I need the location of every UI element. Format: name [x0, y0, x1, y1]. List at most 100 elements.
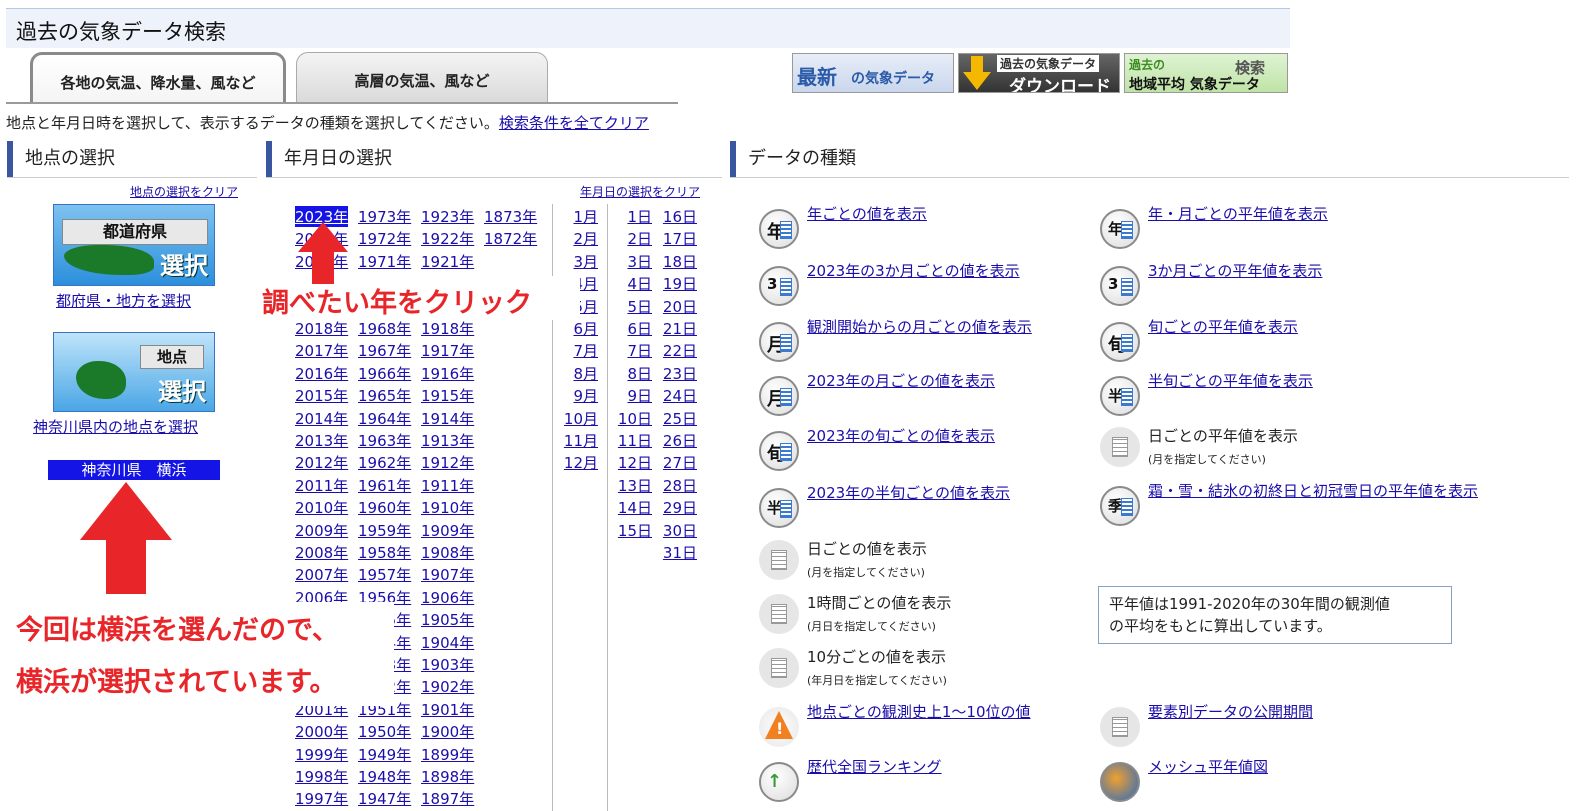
- year-link[interactable]: 1906年: [421, 587, 474, 608]
- day-link[interactable]: 21日: [663, 318, 697, 339]
- year-link[interactable]: 1964年: [358, 408, 411, 429]
- day-link[interactable]: 17日: [663, 228, 697, 249]
- day-link[interactable]: 11日: [618, 430, 652, 451]
- latest-data-banner[interactable]: 最新 の気象データ: [792, 53, 954, 93]
- year-link[interactable]: 1903年: [421, 654, 474, 675]
- year-link[interactable]: 2007年: [295, 564, 348, 585]
- day-link[interactable]: 3日: [627, 251, 652, 272]
- datatype-label[interactable]: 半旬ごとの平年値を表示: [1148, 370, 1313, 391]
- year-link[interactable]: 2014年: [295, 408, 348, 429]
- day-link[interactable]: 6日: [627, 318, 652, 339]
- year-link[interactable]: 1907年: [421, 564, 474, 585]
- month-link[interactable]: 10月: [564, 408, 598, 429]
- day-link[interactable]: 9日: [627, 385, 652, 406]
- year-link[interactable]: 2016年: [295, 363, 348, 384]
- day-link[interactable]: 28日: [663, 475, 697, 496]
- day-link[interactable]: 8日: [627, 363, 652, 384]
- day-link[interactable]: 1日: [627, 206, 652, 227]
- year-link[interactable]: 2010年: [295, 497, 348, 518]
- download-banner[interactable]: 過去の気象データ ダウンロード: [958, 53, 1120, 93]
- year-link[interactable]: 2015年: [295, 385, 348, 406]
- datatype-label[interactable]: 2023年の旬ごとの値を表示: [807, 425, 995, 446]
- day-link[interactable]: 29日: [663, 497, 697, 518]
- month-link[interactable]: 1月: [573, 206, 598, 227]
- year-link[interactable]: 1898年: [421, 766, 474, 787]
- point-select-button[interactable]: 地点 選択: [53, 332, 215, 412]
- year-link[interactable]: 1902年: [421, 676, 474, 697]
- year-link[interactable]: 1963年: [358, 430, 411, 451]
- year-link[interactable]: 1904年: [421, 632, 474, 653]
- year-link[interactable]: 1965年: [358, 385, 411, 406]
- year-link[interactable]: 1897年: [421, 788, 474, 809]
- datatype-label[interactable]: 2023年の月ごとの値を表示: [807, 370, 995, 391]
- year-link[interactable]: 1960年: [358, 497, 411, 518]
- prefecture-select-link[interactable]: 都府県・地方を選択: [56, 290, 191, 311]
- month-link[interactable]: 9月: [573, 385, 598, 406]
- day-link[interactable]: 18日: [663, 251, 697, 272]
- day-link[interactable]: 12日: [618, 452, 652, 473]
- year-link[interactable]: 1967年: [358, 340, 411, 361]
- year-link[interactable]: 1905年: [421, 609, 474, 630]
- year-link[interactable]: 1999年: [295, 744, 348, 765]
- year-link[interactable]: 1997年: [295, 788, 348, 809]
- year-link[interactable]: 1962年: [358, 452, 411, 473]
- year-link[interactable]: 1901年: [421, 699, 474, 720]
- year-link[interactable]: 1910年: [421, 497, 474, 518]
- year-link[interactable]: 2008年: [295, 542, 348, 563]
- month-link[interactable]: 3月: [573, 251, 598, 272]
- year-link[interactable]: 1911年: [421, 475, 474, 496]
- month-link[interactable]: 8月: [573, 363, 598, 384]
- year-link[interactable]: 2009年: [295, 520, 348, 541]
- year-link[interactable]: 2012年: [295, 452, 348, 473]
- year-link[interactable]: 1998年: [295, 766, 348, 787]
- year-link[interactable]: 1972年: [358, 228, 411, 249]
- year-link[interactable]: 2013年: [295, 430, 348, 451]
- tab-surface[interactable]: 各地の気温、降水量、風など: [30, 52, 286, 104]
- year-link[interactable]: 1872年: [484, 228, 537, 249]
- month-link[interactable]: 7月: [573, 340, 598, 361]
- year-link[interactable]: 1908年: [421, 542, 474, 563]
- day-link[interactable]: 25日: [663, 408, 697, 429]
- year-link[interactable]: 1923年: [421, 206, 474, 227]
- month-link[interactable]: 6月: [573, 318, 598, 339]
- year-link[interactable]: 1916年: [421, 363, 474, 384]
- year-link[interactable]: 1909年: [421, 520, 474, 541]
- datatype-label[interactable]: 2023年の3か月ごとの値を表示: [807, 260, 1020, 281]
- datatype-label[interactable]: 歴代全国ランキング: [807, 756, 942, 777]
- year-link[interactable]: 1950年: [358, 721, 411, 742]
- clear-all-link[interactable]: 検索条件を全てクリア: [499, 114, 649, 132]
- day-link[interactable]: 14日: [618, 497, 652, 518]
- day-link[interactable]: 10日: [618, 408, 652, 429]
- day-link[interactable]: 24日: [663, 385, 697, 406]
- year-link[interactable]: 2000年: [295, 721, 348, 742]
- day-link[interactable]: 15日: [618, 520, 652, 541]
- year-link[interactable]: 1971年: [358, 251, 411, 272]
- clear-date-link[interactable]: 年月日の選択をクリア: [580, 183, 700, 200]
- year-link[interactable]: 1922年: [421, 228, 474, 249]
- datatype-label[interactable]: 観測開始からの月ごとの値を表示: [807, 316, 1032, 337]
- regional-average-banner[interactable]: 過去の 地域平均 気象データ 検索: [1124, 53, 1288, 93]
- year-link[interactable]: 1957年: [358, 564, 411, 585]
- year-link[interactable]: 1914年: [421, 408, 474, 429]
- datatype-label[interactable]: 2023年の半旬ごとの値を表示: [807, 482, 1010, 503]
- day-link[interactable]: 27日: [663, 452, 697, 473]
- day-link[interactable]: 4日: [627, 273, 652, 294]
- datatype-label[interactable]: 年ごとの値を表示: [807, 203, 927, 224]
- year-link[interactable]: 1915年: [421, 385, 474, 406]
- day-link[interactable]: 26日: [663, 430, 697, 451]
- datatype-label[interactable]: 年・月ごとの平年値を表示: [1148, 203, 1328, 224]
- year-link[interactable]: 2018年: [295, 318, 348, 339]
- day-link[interactable]: 13日: [618, 475, 652, 496]
- year-link[interactable]: 1966年: [358, 363, 411, 384]
- year-link[interactable]: 1961年: [358, 475, 411, 496]
- year-link[interactable]: 1900年: [421, 721, 474, 742]
- year-link[interactable]: 2017年: [295, 340, 348, 361]
- day-link[interactable]: 7日: [627, 340, 652, 361]
- year-link[interactable]: 1949年: [358, 744, 411, 765]
- datatype-label[interactable]: 霜・雪・結氷の初終日と初冠雪日の平年値を表示: [1148, 480, 1478, 501]
- tab-upper-air[interactable]: 高層の気温、風など: [296, 52, 548, 104]
- year-link[interactable]: 1973年: [358, 206, 411, 227]
- year-link[interactable]: 1912年: [421, 452, 474, 473]
- day-link[interactable]: 22日: [663, 340, 697, 361]
- point-select-link[interactable]: 神奈川県内の地点を選択: [33, 416, 198, 437]
